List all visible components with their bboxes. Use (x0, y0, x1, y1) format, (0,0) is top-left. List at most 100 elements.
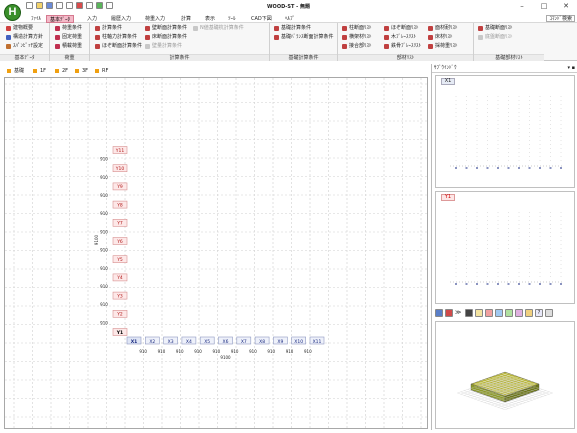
menu-history-input[interactable]: 履歴入力 (108, 15, 134, 23)
wall-section-button[interactable]: 壁断面計算条件 (145, 25, 187, 32)
load-condition-button[interactable]: 荷重条件 (55, 25, 82, 32)
policy-button[interactable]: 構造計算方針 (6, 34, 43, 41)
elevation-x-drawing (450, 96, 562, 169)
help-icon[interactable]: ? (535, 308, 543, 317)
y-axis-marker: Y6 (112, 237, 128, 245)
live-load-button[interactable]: 積載荷重 (55, 43, 82, 50)
joint-list-button[interactable]: 接合部ﾘｽﾄ (342, 43, 372, 50)
color3-icon[interactable] (505, 308, 513, 317)
x-span-label: 910 (231, 349, 239, 354)
minimize-button[interactable]: – (511, 0, 533, 13)
menu-help[interactable]: ﾍﾙﾌﾟ (282, 15, 298, 23)
tenon-list-button[interactable]: ほぞ断面ﾘｽﾄ (384, 25, 419, 32)
y-span-label: 910 (100, 157, 108, 162)
tenon-section-button[interactable]: ほぞ断面計算条件 (95, 43, 142, 50)
y-axis-label: Y4 (116, 275, 123, 281)
x-axis-label: X11 (313, 339, 322, 345)
menu-cad[interactable]: CAD下図 (248, 15, 275, 23)
panel-icon[interactable] (435, 308, 443, 317)
wood-brace-button[interactable]: 木ﾌﾞﾚｰｽﾘｽﾄ (384, 34, 416, 41)
floor-list-button[interactable]: 床材ﾘｽﾄ (428, 34, 453, 41)
panel-list-button[interactable]: 面材耐ﾘｽﾄ (428, 25, 458, 32)
maximize-button[interactable]: □ (533, 0, 555, 13)
menu-basic-data[interactable]: 基本ﾃﾞｰﾀ (46, 15, 75, 23)
y-span-label: 910 (100, 193, 108, 198)
elevation-panel-x[interactable]: X1 (435, 75, 575, 188)
y-total-label: 9100 (94, 234, 99, 245)
tab-2f[interactable]: 2F (55, 67, 68, 75)
plan-drawing[interactable]: X1910X2910X3910X4910X5910X6910X7910X8910… (5, 78, 428, 429)
steel-brace-button[interactable]: 鉄骨ﾌﾞﾚｰｽﾘｽﾄ (384, 43, 421, 50)
grid-icon[interactable] (475, 308, 483, 317)
elevation-axis-mark (455, 283, 457, 285)
menu-calculation[interactable]: 計算 (178, 15, 194, 23)
base-section-list-button[interactable]: 底盤断面ﾘｽﾄ (478, 34, 513, 41)
y-axis-label: Y2 (116, 312, 123, 318)
settings-icon[interactable] (545, 308, 553, 317)
calc-condition-button[interactable]: 計算条件 (95, 25, 122, 32)
load-list-button[interactable]: 採荷重ﾘｽﾄ (428, 43, 458, 50)
x-span-label: 910 (194, 349, 202, 354)
span-pitch-button[interactable]: ｽﾊﾟﾝﾋﾟｯﾁ設定 (6, 43, 43, 50)
x-axis-label: X1 (131, 339, 138, 345)
window-controls: – □ ✕ (511, 0, 577, 13)
tab-1f[interactable]: 1F (33, 67, 46, 75)
ribbon-group-label: 計算条件 (90, 54, 269, 61)
ribbon-group-label: 基本ﾃﾞｰﾀ (0, 54, 49, 61)
close-button[interactable]: ✕ (555, 0, 577, 13)
elevation-panel-y[interactable]: Y1 (435, 191, 575, 304)
elevation-axis-mark (539, 167, 541, 169)
column-list-button[interactable]: 柱断面ﾘｽﾄ (342, 25, 372, 32)
x-span-label: 910 (139, 349, 147, 354)
tab-3f[interactable]: 3F (75, 67, 88, 75)
menu-tools[interactable]: ﾂｰﾙ (225, 15, 239, 23)
elevation-axis-mark (486, 283, 489, 285)
x-axis-marker: X2 (145, 336, 160, 345)
foundation-condition-button[interactable]: 基礎計算条件 (274, 25, 311, 32)
ribbon-group-label: 基礎部材ﾘｽﾄ (474, 54, 544, 61)
color5-icon[interactable] (525, 308, 533, 317)
x-axis-label: X2 (149, 339, 155, 345)
x-span-label: 910 (249, 349, 257, 354)
n-value-button[interactable]: N値基礎杭計算条件 (193, 25, 244, 32)
building-overview-button[interactable]: 建物概要 (6, 25, 33, 32)
arrow-icon[interactable]: ≫ (455, 309, 463, 317)
x-axis-label: X7 (241, 339, 247, 345)
tool-icon[interactable] (465, 308, 473, 317)
color4-icon[interactable] (515, 308, 523, 317)
ribbon-group-label: 部材ﾘｽﾄ (338, 54, 473, 61)
plan-canvas[interactable]: X1 910 X2 910 X3 910 X4 910 X5 910 X6 910 X7 910 X8 910… (4, 77, 428, 429)
y-axis-label: Y10 (115, 166, 125, 172)
3d-model-view[interactable] (436, 322, 574, 428)
elevation-axis-mark (507, 283, 510, 285)
y-axis-label: Y5 (116, 257, 123, 263)
foundation-section-list-button[interactable]: 基礎断面ﾘｽﾄ (478, 25, 513, 32)
y-span-label: 910 (100, 302, 108, 307)
menu-load-input[interactable]: 荷重入力 (142, 15, 168, 23)
menu-file[interactable]: ﾌｧｲﾙ (28, 15, 44, 23)
menu-input[interactable]: 入力 (84, 15, 100, 23)
menu-view[interactable]: 表示 (202, 15, 218, 23)
ribbon-group-foundation-members: 基礎断面ﾘｽﾄ 底盤断面ﾘｽﾄ 基礎部材ﾘｽﾄ (474, 23, 544, 61)
wall-quantity-button[interactable]: 壁量計算条件 (145, 43, 182, 50)
x-axis-label: X5 (204, 339, 210, 345)
app-logo[interactable]: H (4, 4, 21, 21)
elevation-axis-mark (549, 283, 552, 285)
tab-foundation[interactable]: 基礎 (7, 67, 24, 75)
column-axial-button[interactable]: 柱軸力計算条件 (95, 34, 137, 41)
color-icon[interactable] (485, 308, 493, 317)
x-span-label: 910 (304, 349, 312, 354)
y-axis-marker: Y5 (112, 255, 128, 263)
floor-section-button[interactable]: 床断面計算条件 (145, 34, 187, 41)
y-span-label: 910 (100, 229, 108, 234)
fixed-load-button[interactable]: 固定荷重 (55, 34, 82, 41)
foundation-balance-button[interactable]: 基礎ﾊﾞﾗﾝｽ断面計算条件 (274, 34, 334, 41)
command-search[interactable]: ｺﾏﾝﾄﾞ検索 (546, 15, 575, 22)
sub-window-controls[interactable]: ▾ ▪ (568, 64, 576, 73)
view-icon[interactable] (445, 308, 453, 317)
ribbon: 建物概要 構造計算方針 ｽﾊﾟﾝﾋﾟｯﾁ設定 基本ﾃﾞｰﾀ 荷重条件 固定荷重 … (0, 23, 577, 61)
color2-icon[interactable] (495, 308, 503, 317)
beam-list-button[interactable]: 横架材ﾘｽﾄ (342, 34, 372, 41)
tab-rf[interactable]: RF (95, 67, 108, 75)
3d-view-panel[interactable] (435, 321, 575, 429)
